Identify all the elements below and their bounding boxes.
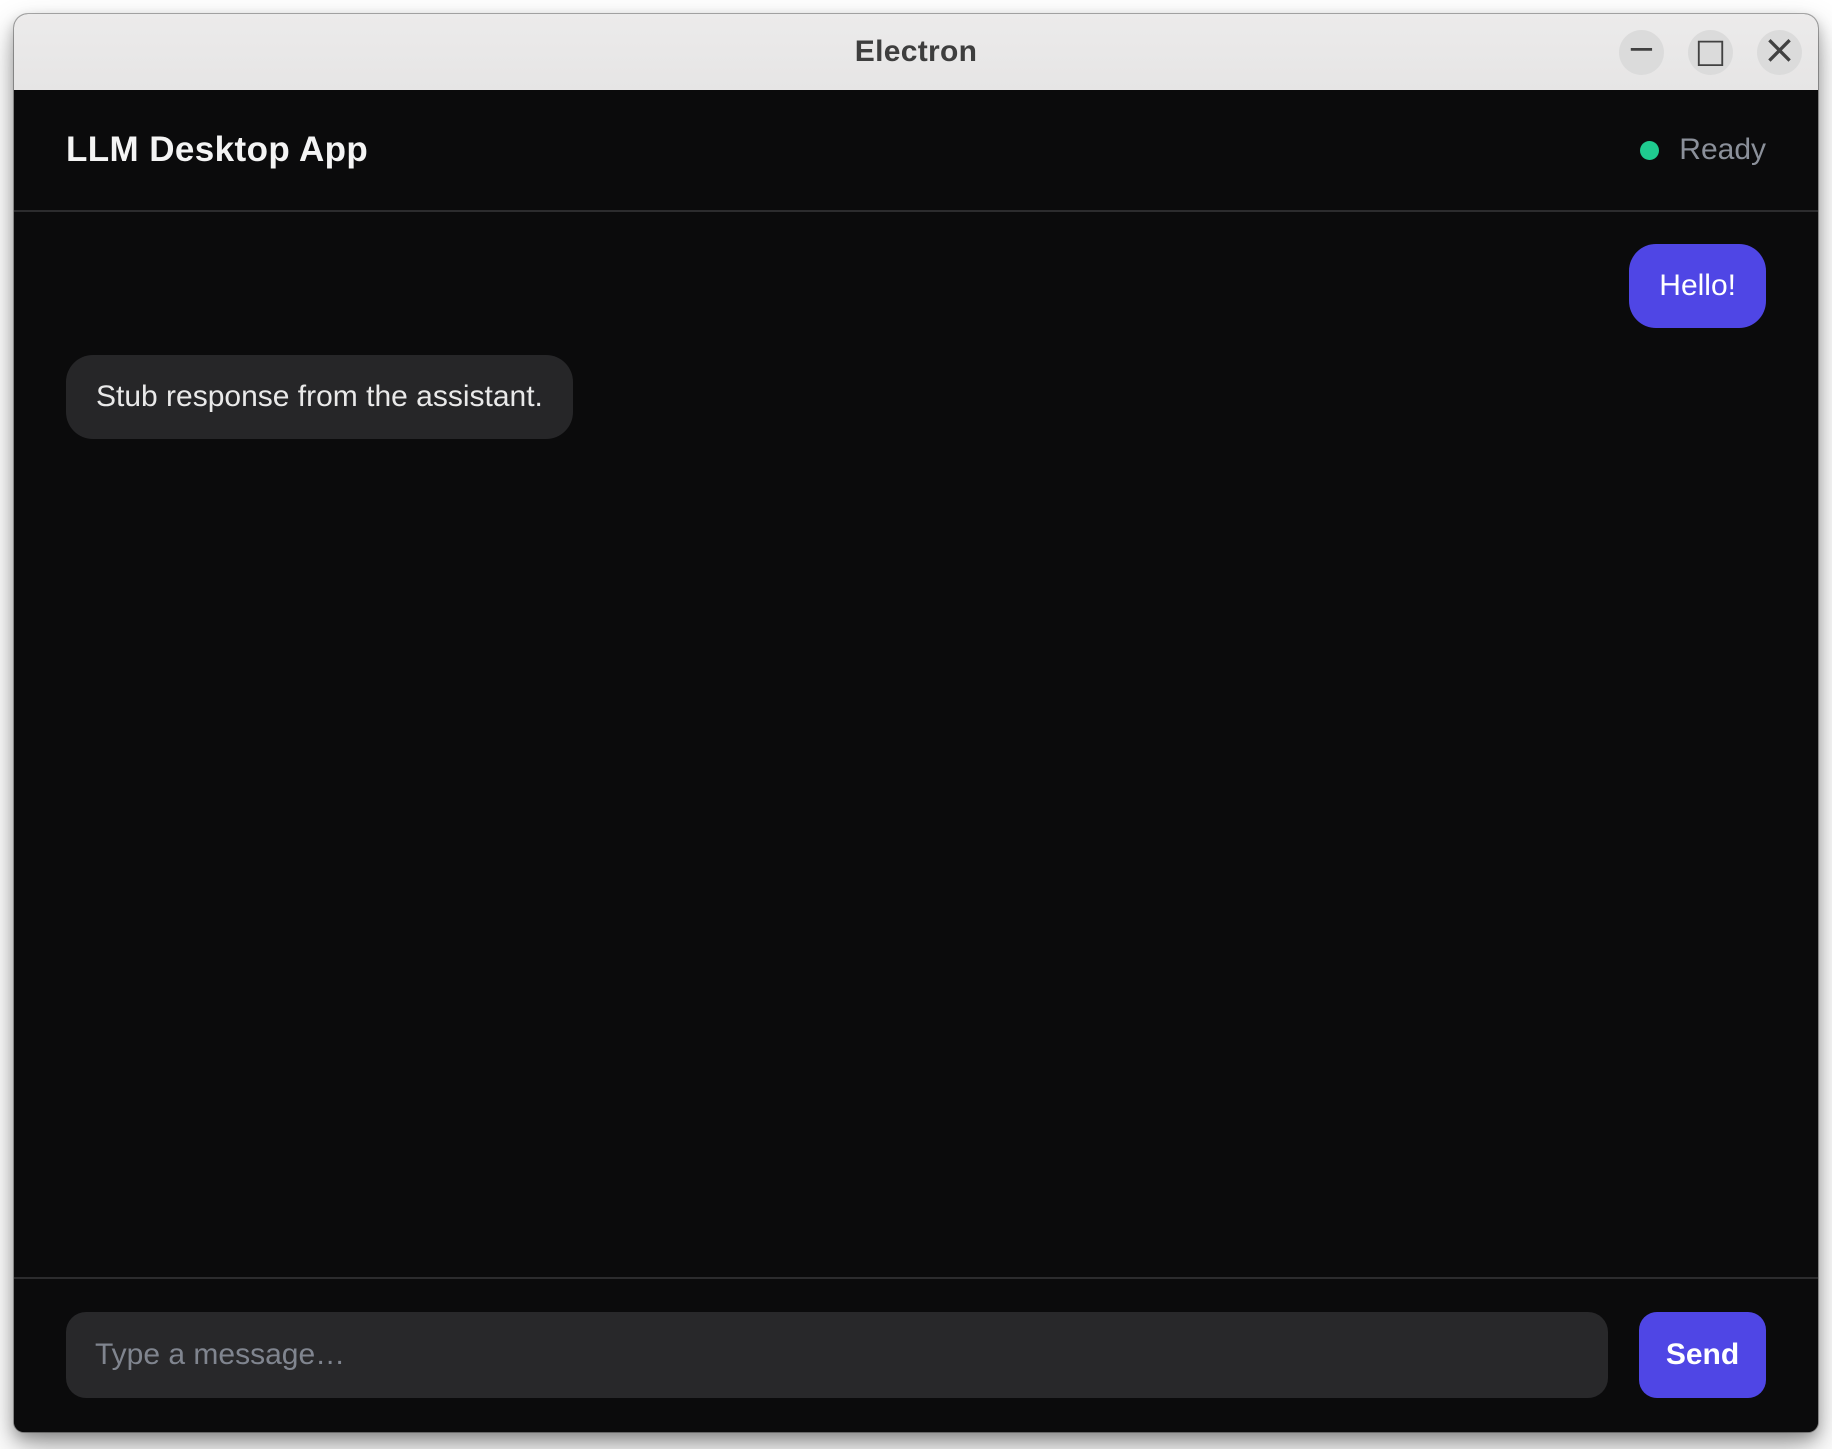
status-indicator: Ready [1640, 133, 1766, 167]
minimize-button[interactable]: − [1619, 30, 1664, 75]
app-content: LLM Desktop App Ready Hello! Stub respon… [14, 90, 1818, 1432]
app-window: Electron − □ × LLM Desktop App Ready Hel… [14, 14, 1818, 1432]
titlebar[interactable]: Electron − □ × [14, 14, 1818, 90]
close-icon: × [1763, 30, 1797, 70]
message-row-assistant: Stub response from the assistant. [66, 355, 1766, 439]
maximize-icon: □ [1695, 34, 1726, 67]
message-input[interactable] [66, 1312, 1608, 1398]
composer-bar: Send [14, 1277, 1818, 1432]
close-button[interactable]: × [1757, 30, 1802, 75]
send-button[interactable]: Send [1639, 1312, 1766, 1398]
minimize-icon: − [1627, 32, 1656, 66]
chat-area[interactable]: Hello! Stub response from the assistant. [14, 212, 1818, 1277]
app-title: LLM Desktop App [66, 130, 368, 170]
assistant-message-bubble: Stub response from the assistant. [66, 355, 573, 439]
message-row-user: Hello! [66, 244, 1766, 328]
window-controls: − □ × [1619, 14, 1802, 90]
user-message-bubble: Hello! [1629, 244, 1766, 328]
status-dot-icon [1640, 141, 1659, 160]
maximize-button[interactable]: □ [1688, 30, 1733, 75]
app-header: LLM Desktop App Ready [14, 90, 1818, 212]
status-label: Ready [1679, 133, 1766, 167]
window-title: Electron [855, 35, 977, 69]
